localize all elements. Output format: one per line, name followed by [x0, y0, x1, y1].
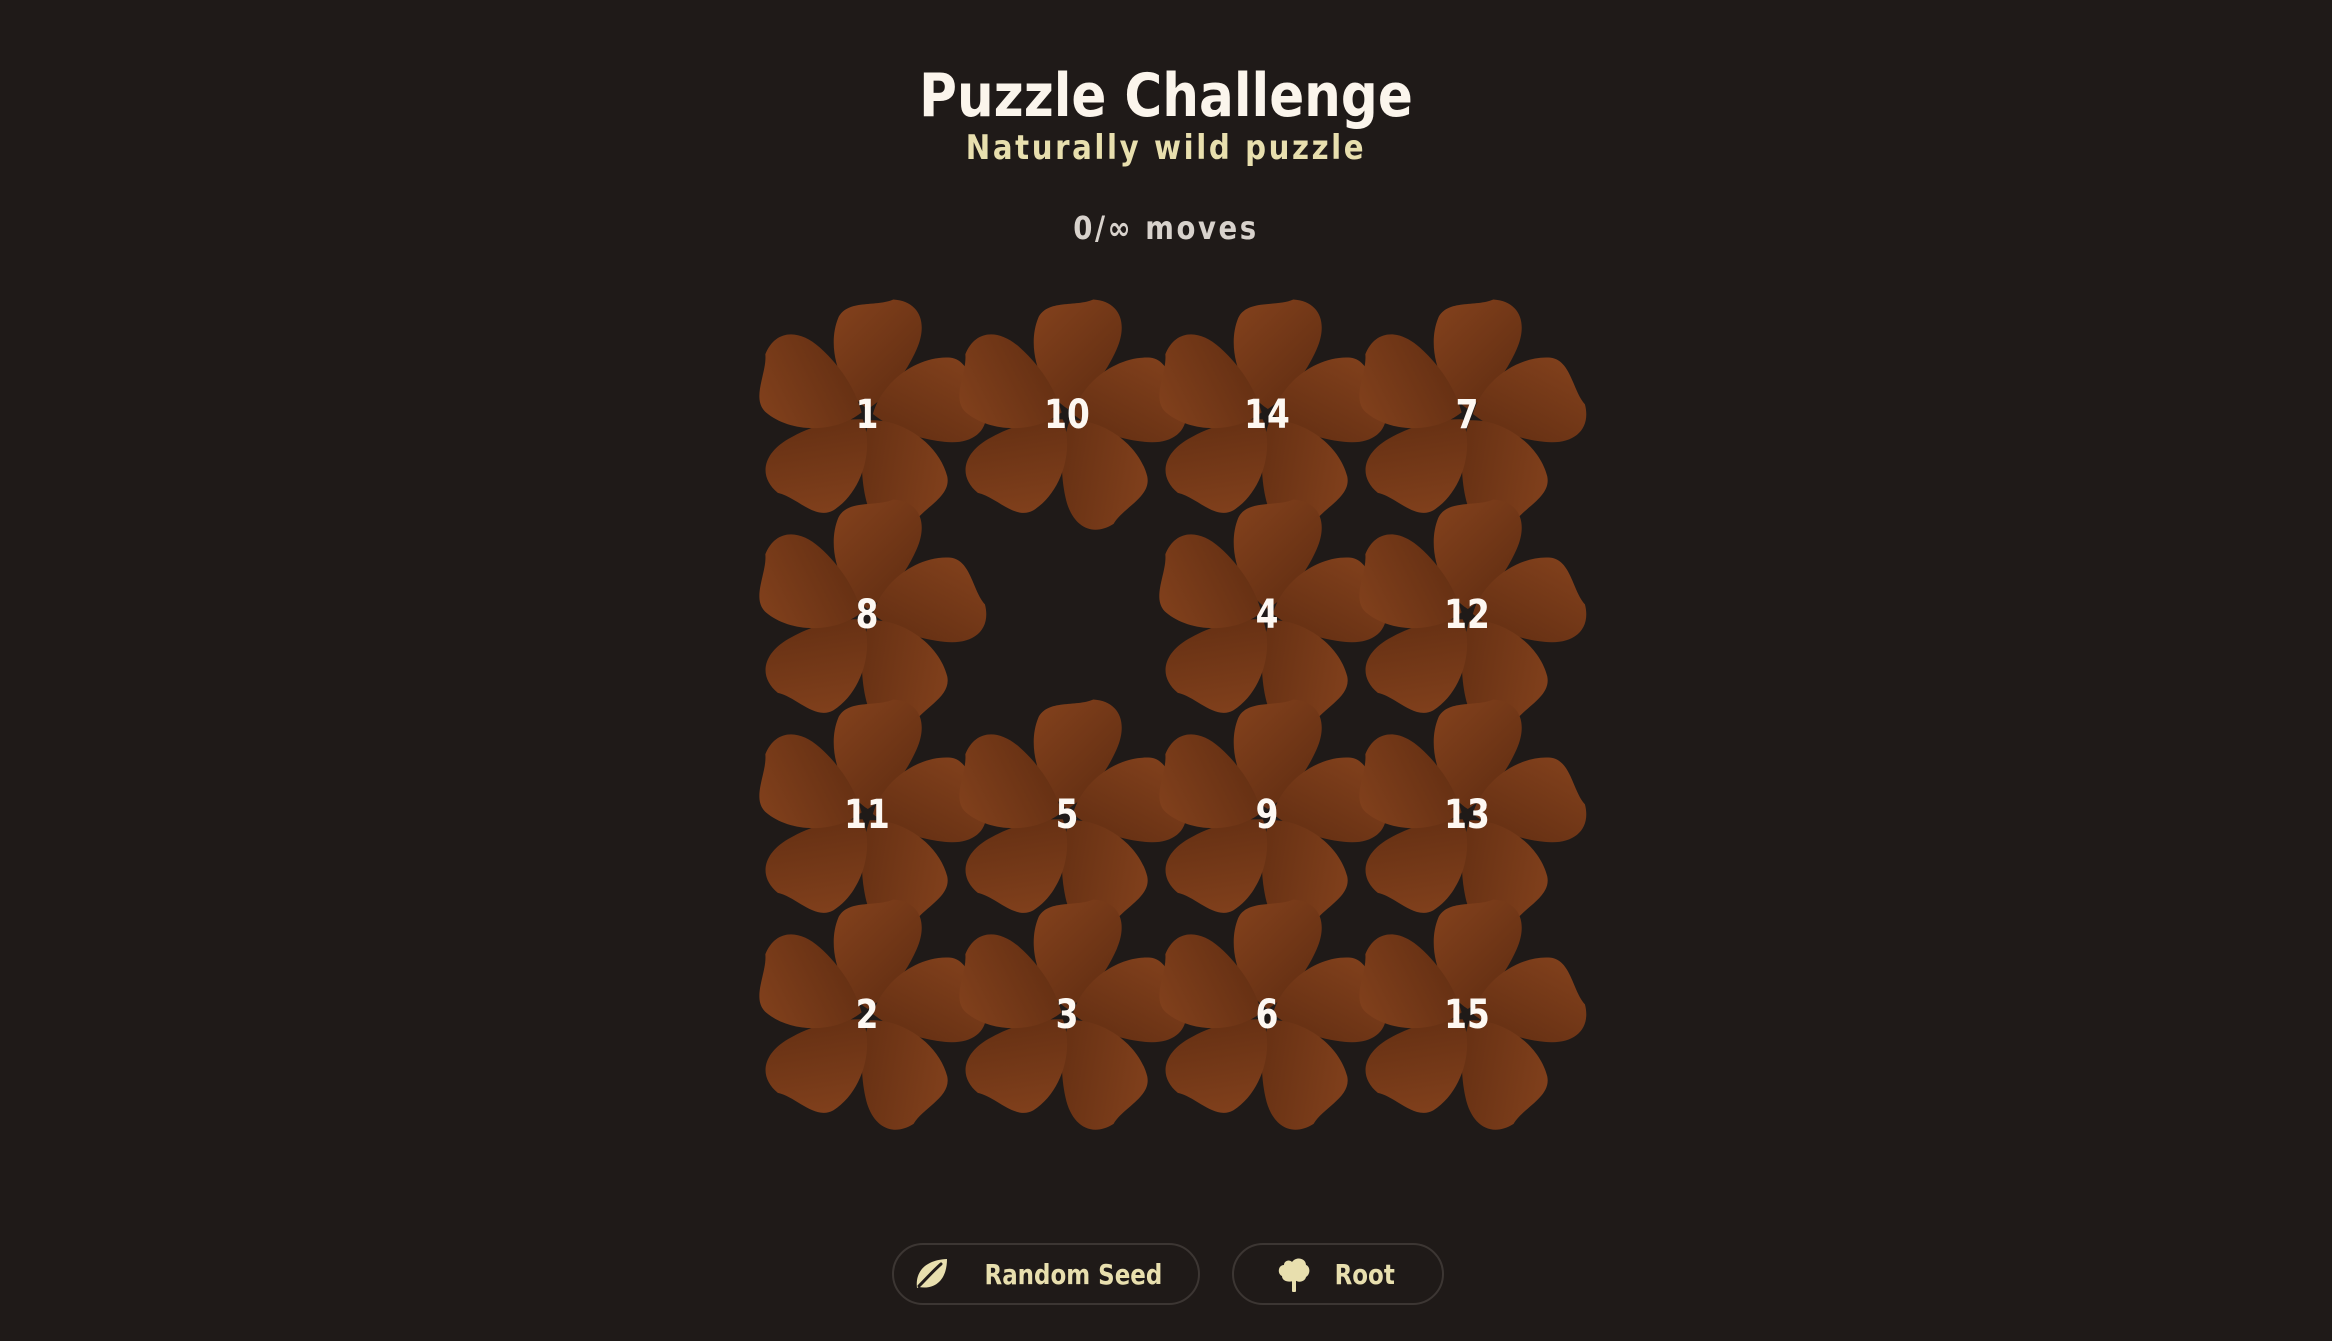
random-seed-button[interactable]: Random Seed	[892, 1243, 1200, 1305]
tile-number: 15	[1444, 992, 1490, 1038]
random-seed-label: Random Seed	[984, 1257, 1162, 1291]
tile-number: 13	[1444, 792, 1490, 838]
move-counter: 0/∞ moves	[1073, 209, 1259, 247]
tile-number: 8	[855, 592, 879, 638]
root-label: Root	[1334, 1257, 1396, 1291]
tile-number: 6	[1255, 992, 1279, 1038]
tile-number: 2	[855, 992, 879, 1038]
puzzle-tile[interactable]: 15	[1347, 890, 1587, 1140]
tile-number: 11	[844, 792, 890, 838]
page-subtitle: Naturally wild puzzle	[965, 128, 1367, 168]
tile-number: 5	[1055, 792, 1079, 838]
leaf-icon	[911, 1254, 951, 1294]
tile-number: 1	[855, 392, 879, 438]
tile-number: 3	[1055, 992, 1079, 1038]
tile-number: 12	[1444, 592, 1490, 638]
tree-icon	[1274, 1254, 1314, 1294]
tile-number: 14	[1244, 392, 1290, 438]
tile-number: 9	[1255, 792, 1279, 838]
tile-number: 4	[1255, 592, 1279, 638]
tile-number: 7	[1455, 392, 1479, 438]
puzzle-board: 1 10 14 7 8 4 12 11 5 9 13 2 3 6 15	[0, 0, 2332, 1341]
root-button[interactable]: Root	[1232, 1243, 1444, 1305]
tile-number: 10	[1044, 392, 1090, 438]
